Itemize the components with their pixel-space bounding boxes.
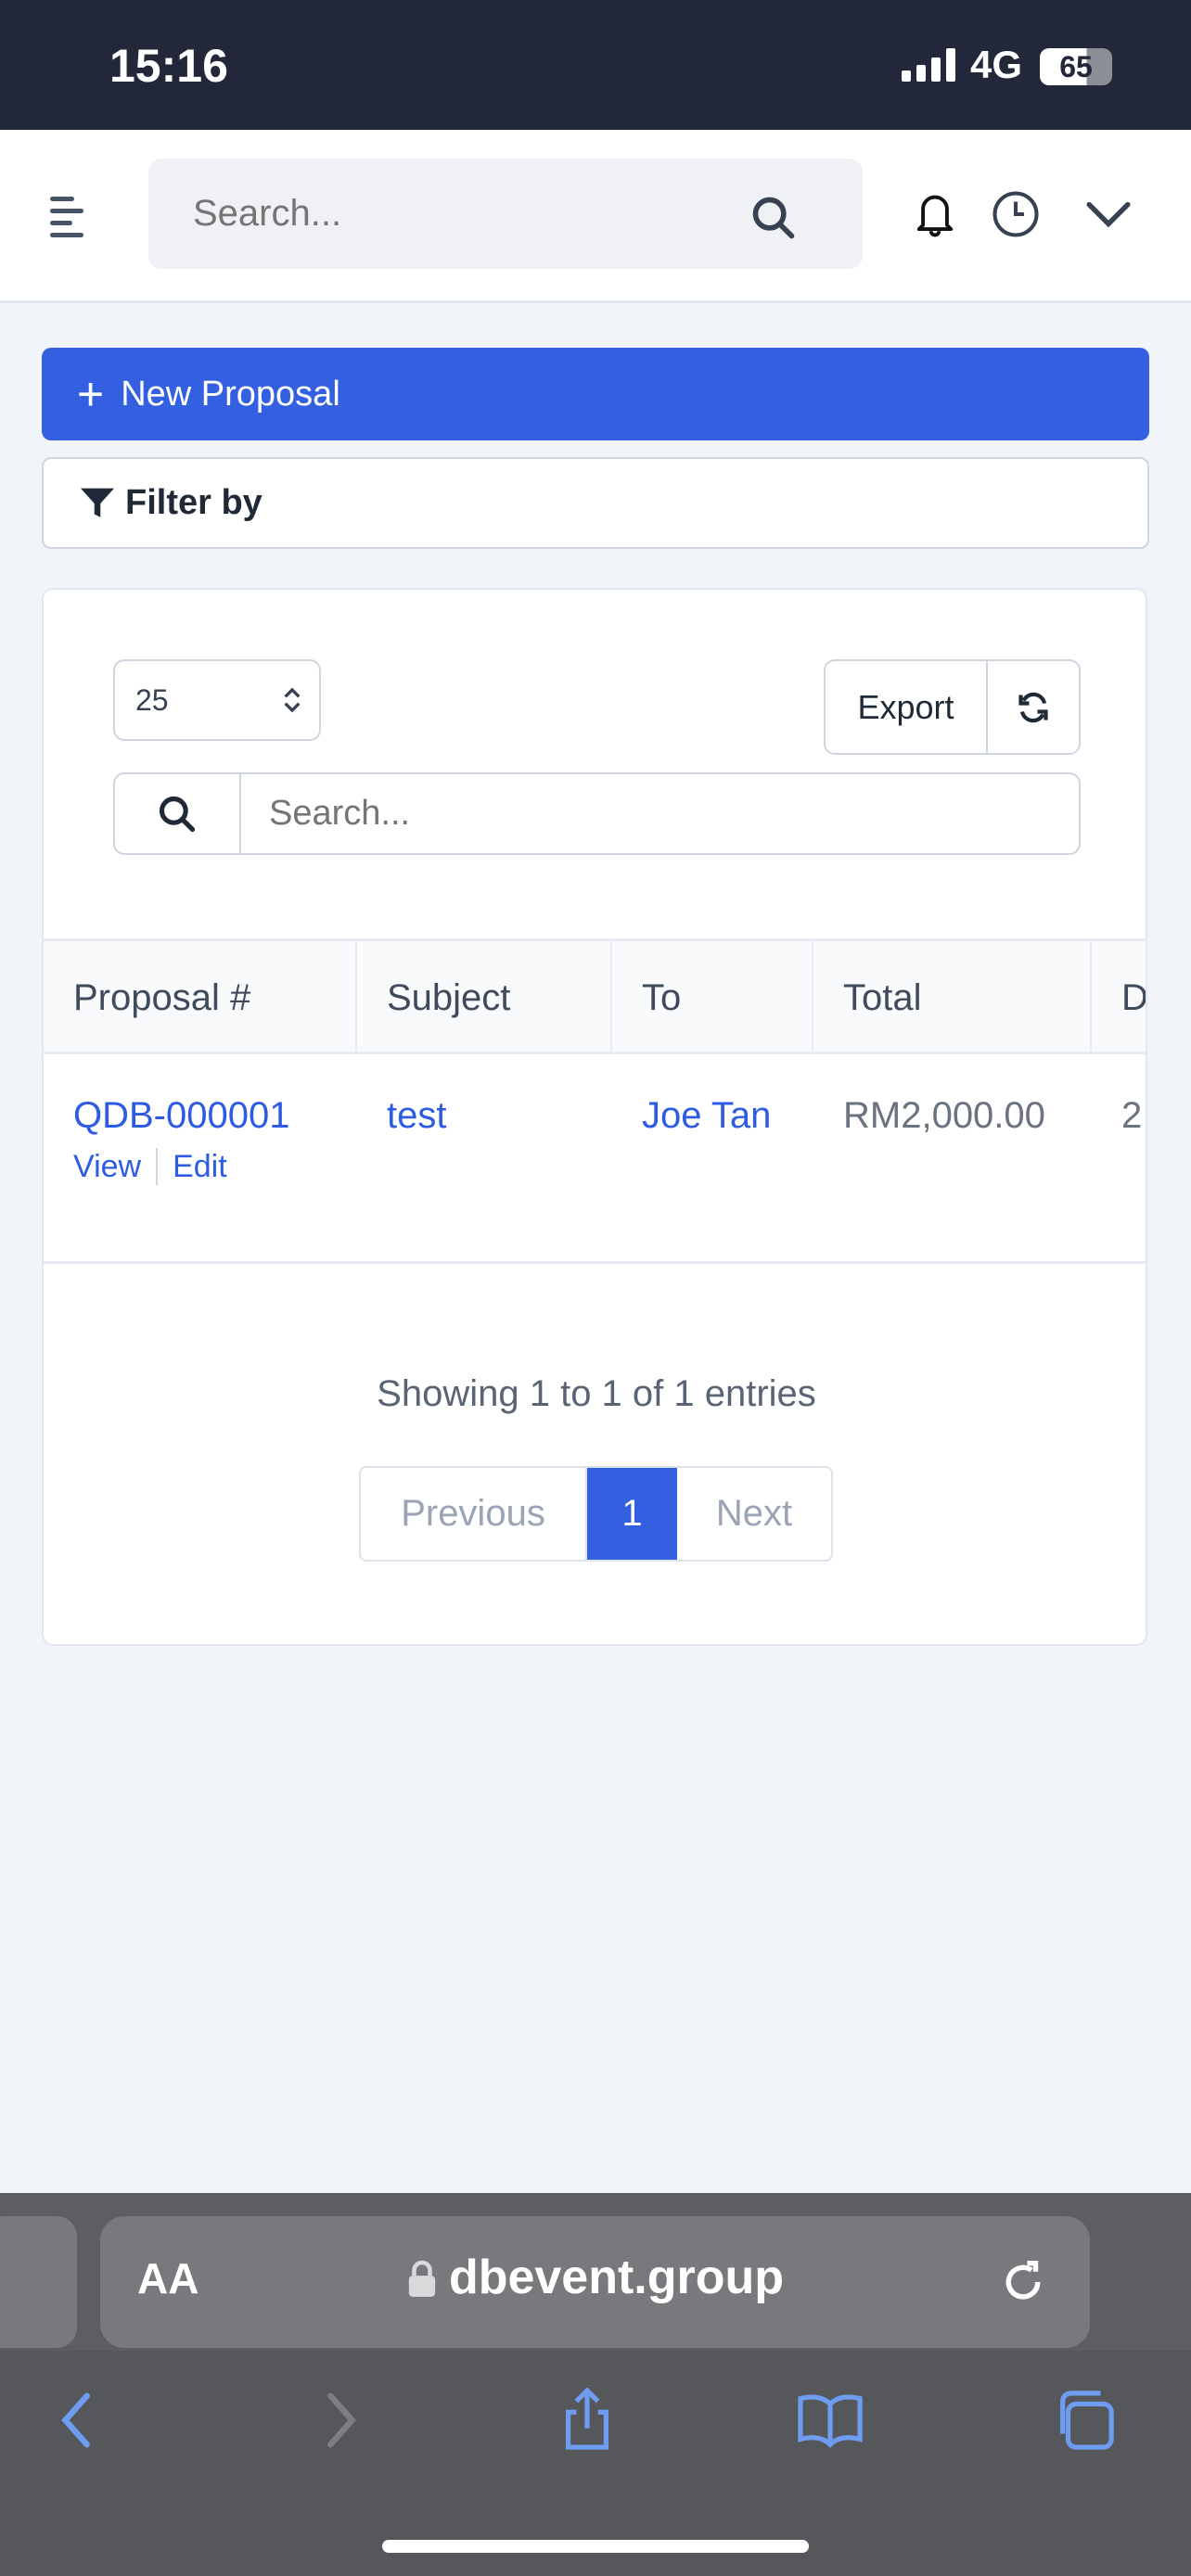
sort-chevrons-icon <box>284 687 301 713</box>
page-length-value: 25 <box>135 682 169 717</box>
global-search-input[interactable] <box>193 159 749 269</box>
search-icon <box>115 774 241 853</box>
edit-link[interactable]: Edit <box>173 1149 227 1185</box>
clock: 15:16 <box>109 40 228 92</box>
tabs-icon[interactable] <box>1052 2388 1117 2453</box>
view-link[interactable]: View <box>73 1149 141 1185</box>
signal-icon <box>902 48 955 82</box>
bookmarks-icon[interactable] <box>798 2388 863 2453</box>
filter-icon <box>81 488 114 517</box>
new-proposal-label: New Proposal <box>121 374 340 414</box>
domain-text: dbevent.group <box>448 2251 785 2304</box>
chevron-down-icon[interactable] <box>1085 198 1132 230</box>
home-indicator <box>382 2540 809 2553</box>
row-divider <box>44 1261 1146 1264</box>
subject-link[interactable]: test <box>387 1095 446 1137</box>
filter-label: Filter by <box>125 483 263 522</box>
table-search-input[interactable] <box>241 774 1079 853</box>
global-search[interactable] <box>148 159 863 269</box>
previous-page-button[interactable]: Previous <box>361 1468 587 1560</box>
reload-icon[interactable] <box>998 2257 1048 2307</box>
refresh-button[interactable] <box>986 659 1081 755</box>
network-type: 4G <box>970 43 1023 86</box>
divider <box>156 1148 159 1185</box>
address-bar[interactable]: AA dbevent.group <box>100 2216 1090 2348</box>
menu-icon[interactable] <box>50 197 83 237</box>
share-icon[interactable] <box>555 2388 620 2453</box>
new-proposal-button[interactable]: + New Proposal <box>42 348 1149 440</box>
previous-tab-pill[interactable] <box>0 2216 77 2348</box>
recipient-link[interactable]: Joe Tan <box>642 1095 771 1137</box>
column-header-subject[interactable]: Subject <box>357 941 612 1054</box>
proposal-number-link[interactable]: QDB-000001 <box>73 1095 289 1137</box>
table-search[interactable] <box>113 772 1081 855</box>
column-header-proposal-number[interactable]: Proposal # <box>44 941 357 1054</box>
column-header-to[interactable]: To <box>612 941 813 1054</box>
url-domain: dbevent.group <box>100 2250 1090 2305</box>
entries-info: Showing 1 to 1 of 1 entries <box>377 1373 816 1414</box>
total-value: RM2,000.00 <box>843 1095 1045 1136</box>
pagination: Previous 1 Next <box>359 1466 833 1562</box>
table-header: Proposal # Subject To Total D <box>44 938 1146 1054</box>
proposals-table-card: 25 Export Proposal # Subject To Total D … <box>42 588 1147 1646</box>
page-length-select[interactable]: 25 <box>113 659 321 741</box>
battery-icon: 65 <box>1040 48 1112 85</box>
lock-icon <box>408 2260 436 2297</box>
clock-icon[interactable] <box>991 189 1041 239</box>
forward-icon[interactable] <box>306 2388 371 2453</box>
filter-button[interactable]: Filter by <box>42 457 1149 549</box>
search-icon[interactable] <box>749 194 798 242</box>
column-header-total[interactable]: Total <box>813 941 1092 1054</box>
export-button[interactable]: Export <box>824 659 988 755</box>
column-header-date[interactable]: D <box>1092 941 1146 1054</box>
plus-icon: + <box>77 368 105 420</box>
browser-toolbar: AA dbevent.group <box>0 2193 1191 2576</box>
date-value: 2 <box>1121 1095 1143 1136</box>
back-icon[interactable] <box>46 2388 111 2453</box>
refresh-icon <box>1018 692 1048 722</box>
row-actions: View Edit <box>73 1148 227 1185</box>
page-1-button[interactable]: 1 <box>587 1468 677 1560</box>
next-page-button[interactable]: Next <box>677 1468 831 1560</box>
bell-icon[interactable] <box>911 189 959 241</box>
status-bar: 15:16 4G 65 <box>0 0 1191 130</box>
